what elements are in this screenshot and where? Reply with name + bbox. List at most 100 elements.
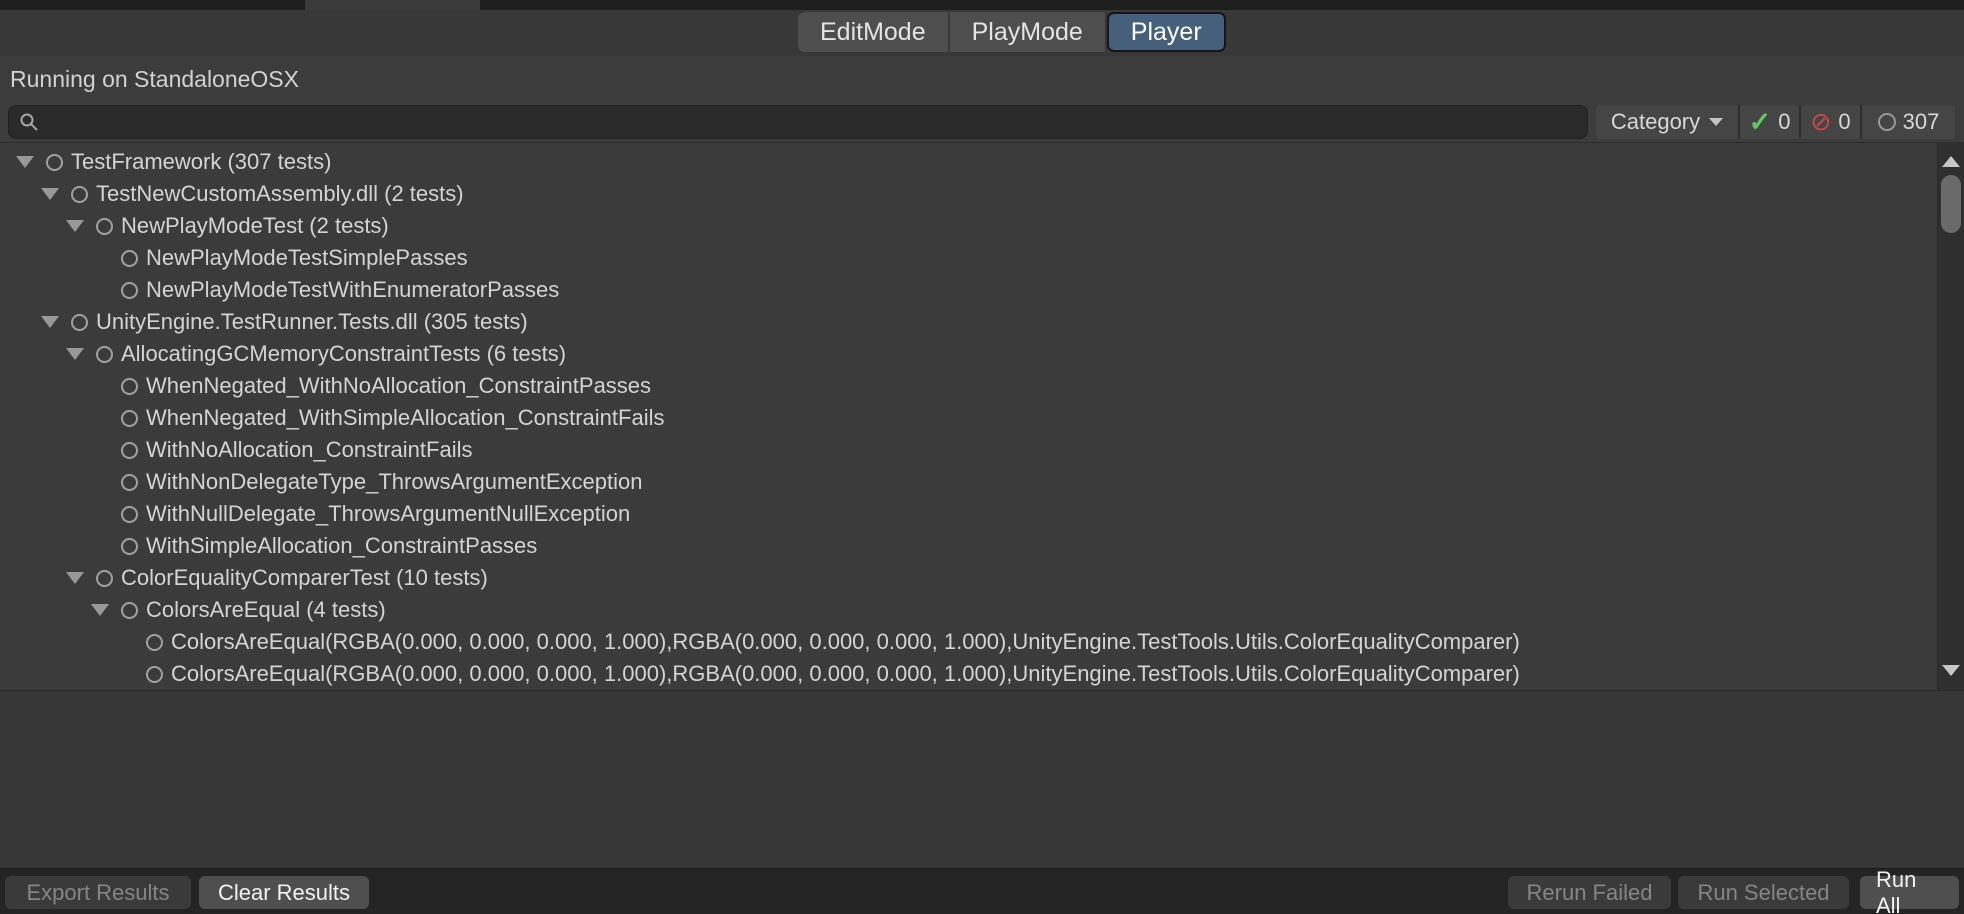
not-run-filter-button[interactable]: 307 xyxy=(1862,105,1955,139)
test-label: NewPlayModeTestWithEnumeratorPasses xyxy=(146,277,559,303)
test-status-not-run-icon xyxy=(121,250,138,267)
test-tree: TestFramework (307 tests) TestNewCustomA… xyxy=(0,142,1964,690)
test-label: AllocatingGCMemoryConstraintTests (6 tes… xyxy=(121,341,566,367)
passed-check-icon: ✓ xyxy=(1749,109,1772,136)
scroll-down-icon[interactable] xyxy=(1942,665,1960,676)
test-label: UnityEngine.TestRunner.Tests.dll (305 te… xyxy=(96,309,528,335)
foldout-expanded-icon[interactable] xyxy=(41,188,59,200)
export-results-button[interactable]: Export Results xyxy=(5,876,191,909)
running-platform-status: Running on StandaloneOSX xyxy=(0,56,1964,102)
category-label: Category xyxy=(1611,109,1700,135)
test-tree-rows: TestFramework (307 tests) TestNewCustomA… xyxy=(0,143,1964,690)
scroll-up-icon[interactable] xyxy=(1942,156,1960,167)
foldout-expanded-icon[interactable] xyxy=(41,316,59,328)
foldout-expanded-icon[interactable] xyxy=(66,572,84,584)
passed-filter-button[interactable]: ✓ 0 xyxy=(1740,105,1801,139)
tree-row[interactable]: WhenNegated_WithNoAllocation_ConstraintP… xyxy=(0,370,1964,402)
failed-filter-button[interactable]: ⊘ 0 xyxy=(1801,105,1862,139)
row-indent xyxy=(0,354,66,355)
tree-row[interactable]: WithNoAllocation_ConstraintFails xyxy=(0,434,1964,466)
row-indent xyxy=(0,450,91,451)
test-label: ColorsAreEqual(RGBA(0.000, 0.000, 0.000,… xyxy=(171,629,1520,655)
test-status-not-run-icon xyxy=(146,634,163,651)
test-status-not-run-icon xyxy=(46,154,63,171)
foldout-slot[interactable] xyxy=(41,188,71,200)
tree-row[interactable]: ColorEqualityComparerTest (10 tests) xyxy=(0,562,1964,594)
foldout-slot[interactable] xyxy=(41,316,71,328)
row-indent xyxy=(0,258,91,259)
test-label: WithSimpleAllocation_ConstraintPasses xyxy=(146,533,537,559)
test-status-not-run-icon xyxy=(121,410,138,427)
test-label: TestNewCustomAssembly.dll (2 tests) xyxy=(96,181,464,207)
bottom-action-bar: Export Results Clear Results Rerun Faile… xyxy=(0,868,1964,914)
test-detail-pane xyxy=(0,690,1964,868)
failed-prohibited-icon: ⊘ xyxy=(1810,110,1831,135)
test-label: WithNoAllocation_ConstraintFails xyxy=(146,437,472,463)
row-indent xyxy=(0,514,91,515)
tree-row[interactable]: TestFramework (307 tests) xyxy=(0,146,1964,178)
row-indent xyxy=(0,162,16,163)
foldout-expanded-icon[interactable] xyxy=(16,156,34,168)
foldout-expanded-icon[interactable] xyxy=(91,604,109,616)
window-tab-strip xyxy=(0,0,1964,10)
test-label: WithNullDelegate_ThrowsArgumentNullExcep… xyxy=(146,501,630,527)
test-status-not-run-icon xyxy=(121,506,138,523)
test-status-not-run-icon xyxy=(96,570,113,587)
foldout-slot[interactable] xyxy=(16,156,46,168)
test-label: NewPlayModeTestSimplePasses xyxy=(146,245,468,271)
tree-row[interactable]: UnityEngine.TestRunner.Tests.dll (305 te… xyxy=(0,306,1964,338)
tree-scrollbar[interactable] xyxy=(1937,142,1964,690)
scrollbar-thumb[interactable] xyxy=(1941,175,1961,233)
tree-row[interactable]: WhenNegated_WithSimpleAllocation_Constra… xyxy=(0,402,1964,434)
tree-row[interactable]: ColorsAreEqual(RGBA(0.000, 0.000, 0.000,… xyxy=(0,626,1964,658)
tree-row[interactable]: NewPlayModeTestWithEnumeratorPasses xyxy=(0,274,1964,306)
search-input[interactable] xyxy=(47,109,1577,135)
category-dropdown[interactable]: Category xyxy=(1596,105,1740,139)
tree-row[interactable]: NewPlayModeTestSimplePasses xyxy=(0,242,1964,274)
test-status-not-run-icon xyxy=(96,218,113,235)
row-indent xyxy=(0,386,91,387)
active-window-tab-sliver[interactable] xyxy=(305,0,480,10)
search-field[interactable] xyxy=(8,105,1588,139)
row-indent xyxy=(0,610,91,611)
run-all-button[interactable]: Run All xyxy=(1860,876,1959,909)
test-label: ColorEqualityComparerTest (10 tests) xyxy=(121,565,488,591)
failed-count: 0 xyxy=(1838,109,1850,135)
row-indent xyxy=(0,290,91,291)
running-platform-label: Running on StandaloneOSX xyxy=(10,66,299,93)
test-status-not-run-icon xyxy=(121,538,138,555)
row-indent xyxy=(0,578,66,579)
tree-row[interactable]: NewPlayModeTest (2 tests) xyxy=(0,210,1964,242)
mode-tab-playmode[interactable]: PlayMode xyxy=(950,12,1105,52)
mode-tab-group: EditModePlayModePlayer xyxy=(798,12,1226,52)
tree-row[interactable]: WithNonDelegateType_ThrowsArgumentExcept… xyxy=(0,466,1964,498)
foldout-slot[interactable] xyxy=(66,348,96,360)
tree-row[interactable]: ColorsAreEqual(RGBA(0.000, 0.000, 0.000,… xyxy=(0,658,1964,690)
mode-tab-editmode[interactable]: EditMode xyxy=(798,12,948,52)
filter-bar: Category ✓ 0 ⊘ 0 307 xyxy=(1596,105,1955,139)
test-label: WhenNegated_WithNoAllocation_ConstraintP… xyxy=(146,373,651,399)
test-status-not-run-icon xyxy=(121,378,138,395)
foldout-slot[interactable] xyxy=(91,604,121,616)
clear-results-button[interactable]: Clear Results xyxy=(199,876,369,909)
not-run-circle-icon xyxy=(1878,113,1896,131)
foldout-slot[interactable] xyxy=(66,220,96,232)
row-indent xyxy=(0,194,41,195)
foldout-slot[interactable] xyxy=(66,572,96,584)
run-selected-button[interactable]: Run Selected xyxy=(1678,876,1849,909)
test-status-not-run-icon xyxy=(121,442,138,459)
tree-row[interactable]: WithNullDelegate_ThrowsArgumentNullExcep… xyxy=(0,498,1964,530)
mode-tab-player[interactable]: Player xyxy=(1107,12,1226,52)
tree-row[interactable]: ColorsAreEqual (4 tests) xyxy=(0,594,1964,626)
test-status-not-run-icon xyxy=(71,314,88,331)
tree-row[interactable]: TestNewCustomAssembly.dll (2 tests) xyxy=(0,178,1964,210)
tree-row[interactable]: AllocatingGCMemoryConstraintTests (6 tes… xyxy=(0,338,1964,370)
tree-row[interactable]: WithSimpleAllocation_ConstraintPasses xyxy=(0,530,1964,562)
foldout-expanded-icon[interactable] xyxy=(66,220,84,232)
test-status-not-run-icon xyxy=(121,282,138,299)
test-status-not-run-icon xyxy=(121,602,138,619)
test-label: ColorsAreEqual(RGBA(0.000, 0.000, 0.000,… xyxy=(171,661,1520,687)
foldout-expanded-icon[interactable] xyxy=(66,348,84,360)
rerun-failed-button[interactable]: Rerun Failed xyxy=(1508,876,1671,909)
passed-count: 0 xyxy=(1778,109,1790,135)
